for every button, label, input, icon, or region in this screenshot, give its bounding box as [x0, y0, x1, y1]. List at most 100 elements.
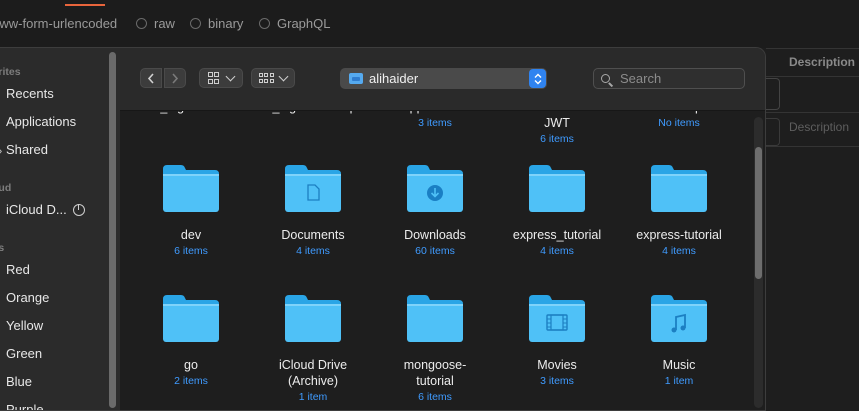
sidebar-item-recents[interactable]: Recents	[6, 86, 54, 101]
group-by-button[interactable]	[251, 68, 295, 88]
file-item[interactable]: Applications 3 items	[375, 111, 495, 130]
radio-icon[interactable]	[190, 18, 201, 29]
sidebar-tag-green[interactable]: Green	[6, 346, 42, 361]
movies-folder-icon[interactable]	[527, 293, 587, 343]
search-input[interactable]	[618, 70, 732, 87]
sidebar-item-applications[interactable]: Applications	[6, 114, 76, 129]
file-item[interactable]: Movies 3 items	[497, 357, 617, 388]
location-dropdown[interactable]: alihaider	[340, 68, 547, 89]
file-name: express_tutorial	[512, 228, 602, 242]
navigation-buttons	[140, 68, 186, 88]
file-name: ali_digitalocean.pub	[260, 111, 371, 115]
file-name: dev	[180, 228, 202, 242]
folder-icon[interactable]	[649, 163, 709, 213]
file-item[interactable]: Downloads 60 items	[375, 227, 495, 258]
file-name: Authentication-JWT	[515, 111, 598, 130]
sidebar-tag-purple[interactable]: Purple	[6, 402, 44, 411]
item-count: 1 item	[664, 375, 694, 387]
divider	[766, 146, 859, 147]
body-option-graphql[interactable]: GraphQL	[259, 16, 330, 31]
divider	[766, 112, 859, 113]
folder-icon[interactable]	[283, 293, 343, 343]
file-item[interactable]: Music 1 item	[619, 357, 739, 388]
sidebar-section-favorites: orites	[0, 66, 21, 78]
sidebar-item-shared[interactable]: Shared	[6, 142, 48, 157]
sidebar-item-label: Shared	[6, 142, 48, 157]
description-placeholder: Description	[789, 120, 850, 134]
background-app-header: www-form-urlencoded raw binary GraphQL	[0, 0, 859, 48]
sidebar-tag-orange[interactable]: Orange	[6, 290, 49, 305]
sidebar-item-label: Orange	[6, 290, 50, 305]
item-count: 4 items	[540, 245, 574, 257]
body-option-label: binary	[208, 16, 244, 31]
chevron-right-icon: ›	[0, 143, 2, 158]
search-field[interactable]	[593, 68, 745, 89]
item-count: 1 item	[298, 391, 328, 403]
file-name: mongoose-tutorial	[403, 358, 467, 388]
sidebar: orites Recents Applications › Shared oud…	[0, 48, 120, 410]
file-item[interactable]: Desktop No items	[619, 111, 739, 130]
file-item[interactable]: ali_digitalocean	[131, 111, 251, 116]
table-input-edge[interactable]	[766, 118, 780, 146]
location-label: alihaider	[369, 71, 419, 86]
folder-icon[interactable]	[405, 293, 465, 343]
file-item[interactable]: ali_digitalocean.pub	[253, 111, 373, 116]
divider	[766, 48, 859, 49]
item-count: 3 items	[540, 375, 574, 387]
folder-icon[interactable]	[161, 293, 221, 343]
body-option-urlencoded[interactable]: www-form-urlencoded	[0, 16, 117, 31]
body-option-binary[interactable]: binary	[190, 16, 243, 31]
view-mode-button[interactable]	[199, 68, 243, 88]
file-item[interactable]: express_tutorial 4 items	[497, 227, 617, 258]
file-name: Desktop	[619, 111, 739, 115]
chevron-right-icon	[172, 72, 179, 84]
folder-icon[interactable]	[161, 163, 221, 213]
file-item[interactable]: Authentication-JWT 6 items	[497, 111, 617, 146]
progress-circle-icon	[72, 203, 85, 216]
back-button[interactable]	[140, 68, 162, 88]
sidebar-tag-yellow[interactable]: Yellow	[6, 318, 43, 333]
item-count: 3 items	[418, 117, 452, 129]
file-item[interactable]: dev 6 items	[131, 227, 251, 258]
file-item[interactable]: iCloud Drive (Archive) 1 item	[253, 357, 373, 404]
file-item[interactable]: Documents 4 items	[253, 227, 373, 258]
sidebar-section-icloud: oud	[0, 182, 12, 194]
file-item[interactable]: express-tutorial 4 items	[619, 227, 739, 258]
file-name: Downloads	[404, 228, 466, 242]
file-name: Music	[662, 358, 696, 372]
vertical-scrollbar[interactable]	[754, 117, 763, 408]
file-item[interactable]: go 2 items	[131, 357, 251, 388]
table-input-edge[interactable]	[766, 78, 780, 110]
sidebar-item-label: Purple	[6, 402, 44, 411]
sidebar-item-label: Yellow	[6, 318, 44, 333]
item-count: 4 items	[662, 245, 696, 257]
sidebar-tag-blue[interactable]: Blue	[6, 374, 32, 389]
item-count: 6 items	[174, 245, 208, 257]
body-option-label: GraphQL	[277, 16, 331, 31]
file-browser: ali_digitalocean ali_digitalocean.pub Appl…	[120, 111, 765, 410]
sidebar-tag-red[interactable]: Red	[6, 262, 30, 277]
item-count: 6 items	[540, 133, 574, 145]
file-item[interactable]: mongoose-tutorial 6 items	[375, 357, 495, 404]
file-name: express-tutorial	[636, 228, 722, 242]
body-option-label: www-form-urlencoded	[0, 16, 118, 31]
chevron-left-icon	[147, 72, 154, 84]
sidebar-item-icloud-drive[interactable]: iCloud D...	[6, 202, 85, 217]
up-down-chevron-icon[interactable]	[529, 69, 546, 88]
forward-button[interactable]	[164, 68, 186, 88]
body-option-raw[interactable]: raw	[136, 16, 175, 31]
radio-icon[interactable]	[136, 18, 147, 29]
document-folder-icon[interactable]	[283, 163, 343, 213]
sidebar-scrollbar[interactable]	[109, 52, 116, 408]
music-folder-icon[interactable]	[649, 293, 709, 343]
item-count: 6 items	[418, 391, 452, 403]
item-count: 4 items	[296, 245, 330, 257]
sidebar-item-label: Blue	[6, 374, 33, 389]
file-name: iCloud Drive (Archive)	[278, 358, 348, 388]
scrollbar-thumb[interactable]	[755, 147, 762, 279]
downloads-folder-icon[interactable]	[405, 163, 465, 213]
search-icon	[601, 74, 610, 83]
active-tab-underline	[65, 4, 105, 6]
folder-icon[interactable]	[527, 163, 587, 213]
radio-icon[interactable]	[259, 18, 270, 29]
